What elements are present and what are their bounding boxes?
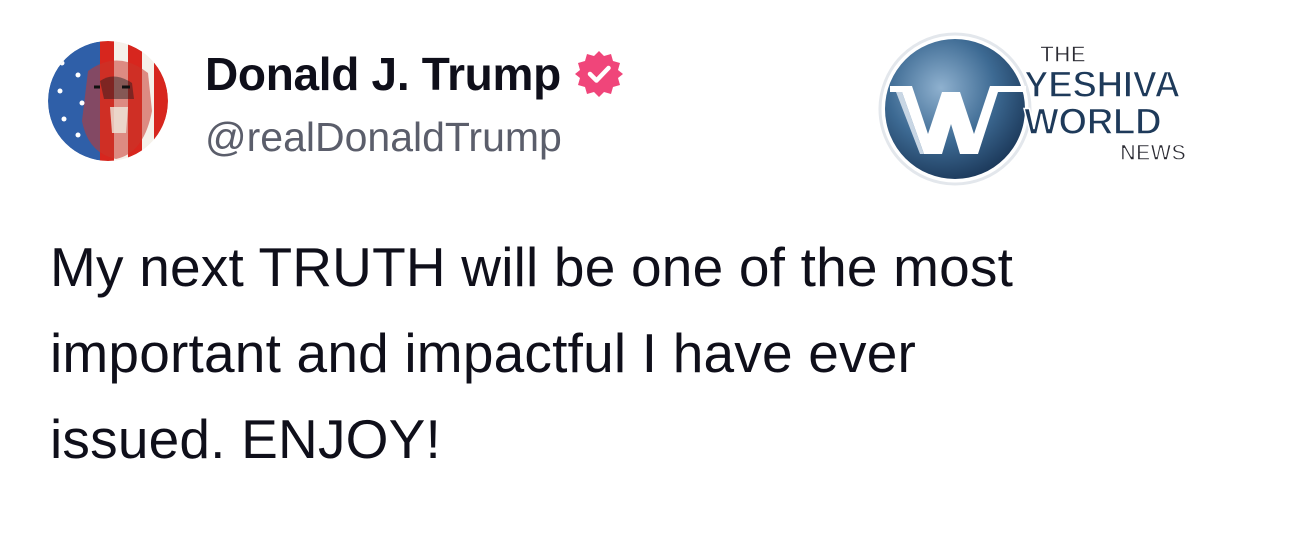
- logo-world: WORLD: [1023, 101, 1162, 142]
- post-text-line: My next TRUTH will be one of the most: [50, 236, 1014, 298]
- author-handle[interactable]: @realDonaldTrump: [205, 112, 625, 162]
- publisher-logo: THE YESHIVA WORLD NEWS: [876, 30, 1206, 188]
- avatar[interactable]: [48, 41, 168, 161]
- logo-news: NEWS: [1119, 139, 1187, 166]
- logo-wordmark: THE YESHIVA WORLD NEWS: [1023, 41, 1204, 166]
- avatar-image: [48, 41, 168, 161]
- logo-the: THE: [1039, 41, 1087, 67]
- author-block: Donald J. Trump @realDonaldTrump: [205, 44, 625, 162]
- post-text-line: important and impactful I have ever: [50, 322, 917, 384]
- post-text-line: issued. ENJOY!: [50, 408, 441, 470]
- display-name[interactable]: Donald J. Trump: [205, 44, 561, 104]
- logo-yeshiva: YESHIVA: [1023, 64, 1181, 105]
- name-row: Donald J. Trump: [205, 44, 625, 104]
- ywn-logo-icon: [878, 32, 1032, 186]
- post-card: Donald J. Trump @realDonaldTrump THE YES…: [0, 0, 1290, 541]
- verified-badge-icon: [573, 48, 625, 100]
- post-text: My next TRUTH will be one of the most im…: [50, 224, 1250, 482]
